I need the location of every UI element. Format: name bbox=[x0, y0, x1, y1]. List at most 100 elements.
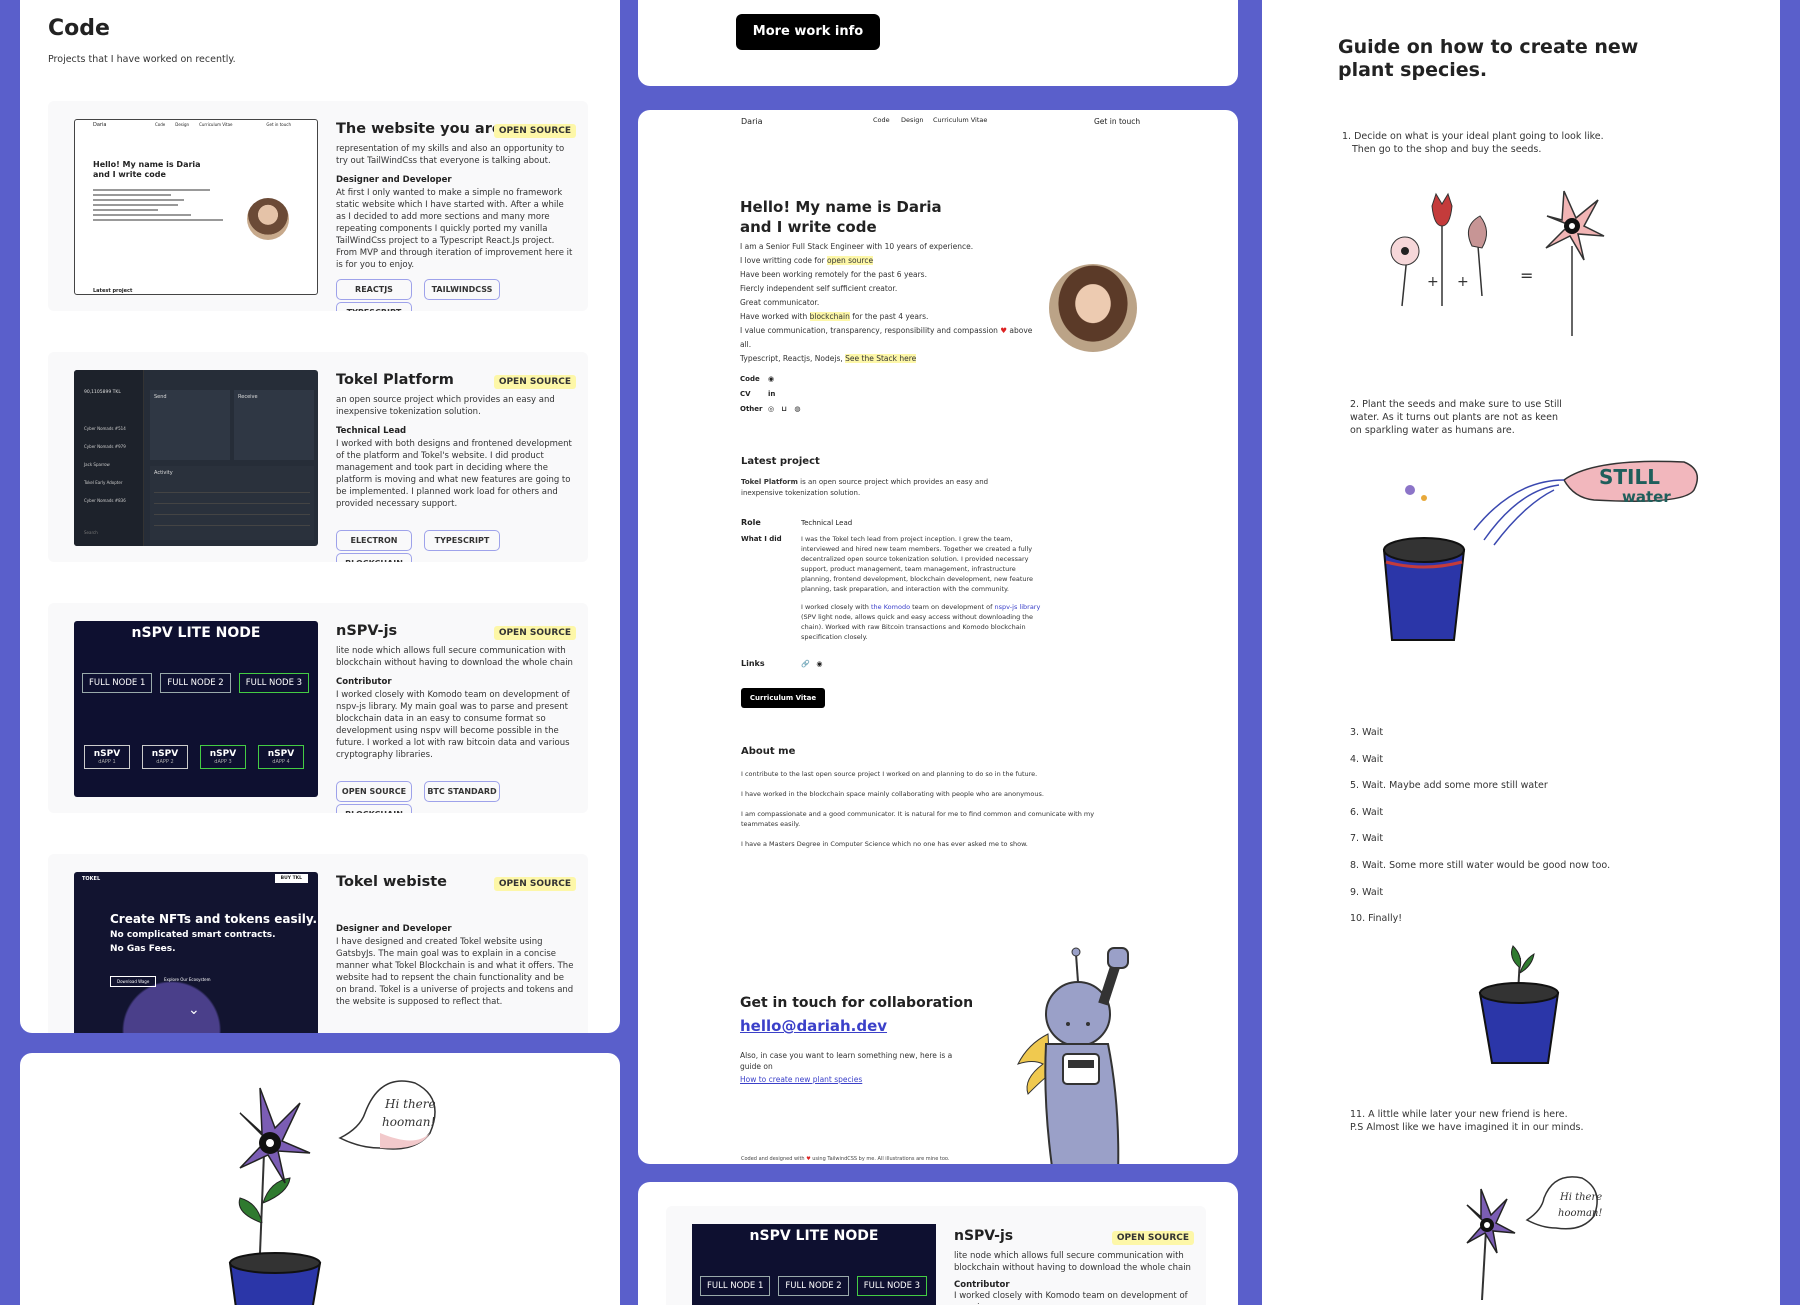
open-source-badge: OPEN SOURCE bbox=[493, 124, 576, 138]
chevron-down-icon[interactable]: ⌄ bbox=[188, 1002, 200, 1018]
open-source-badge: OPEN SOURCE bbox=[493, 626, 576, 640]
guide-title: Guide on how to create new plant species… bbox=[1338, 36, 1639, 81]
nav-cv[interactable]: Curriculum Vitae bbox=[933, 116, 987, 124]
site-brand[interactable]: Daria bbox=[741, 117, 762, 126]
thumb-nspv-nodes: nSPV dAPP 1 nSPV dAPP 2 nSPV dAPP 3 nSPV dAP… bbox=[84, 745, 304, 769]
step-1: 1. Decide on what is your ideal plant go… bbox=[1342, 131, 1604, 155]
bubble-line-1: Hi there bbox=[384, 1097, 436, 1111]
project-thumbnail[interactable]: TOKEL BUY TKL Create NFTs and tokens eas… bbox=[74, 872, 318, 1033]
project-body: The website you are on OPEN SOURCE repre… bbox=[336, 121, 576, 271]
thumb-avatar bbox=[247, 198, 289, 240]
tech-pill[interactable]: BTC STANDARD bbox=[424, 781, 500, 802]
tech-pill[interactable]: OPEN SOURCE bbox=[336, 781, 412, 802]
what-i-did-text: I was the Tokel tech lead from project i… bbox=[801, 535, 1041, 641]
page-title: Code bbox=[48, 16, 110, 41]
tech-pills: OPEN SOURCE BTC STANDARD BLOCKCHAIN bbox=[336, 779, 588, 813]
portfolio-home-panel: Daria Code Design Curriculum Vitae Get i… bbox=[638, 110, 1238, 1164]
project-description: lite node which allows full secure commu… bbox=[336, 646, 573, 668]
thumb-line1: Create NFTs and tokens easily. bbox=[110, 912, 318, 926]
project-role: Contributor bbox=[954, 1280, 1010, 1290]
tech-pill[interactable]: ELECTRON bbox=[336, 530, 412, 551]
project-body: Tokel webiste OPEN SOURCE Designer and D… bbox=[336, 874, 576, 1008]
project-body: nSPV-js OPEN SOURCE lite node which allo… bbox=[336, 623, 576, 761]
github-icon[interactable]: ◉ bbox=[768, 375, 774, 383]
bottle-label-2: water bbox=[1622, 488, 1671, 506]
tech-pill[interactable]: TAILWINDCSS bbox=[424, 279, 500, 300]
project-role: Designer and Developer bbox=[336, 924, 452, 934]
stack-line: Typescript, Reactjs, Nodejs, See the Sta… bbox=[740, 354, 917, 363]
plant-guide-link[interactable]: How to create new plant species bbox=[740, 1075, 862, 1084]
linkedin-icon[interactable]: in bbox=[768, 390, 775, 398]
project-card[interactable]: 90,1105899 TKL Cyber Nomads #514 Cyber No… bbox=[48, 352, 588, 562]
tech-pill[interactable]: BLOCKCHAIN bbox=[336, 553, 412, 562]
spotify-icon[interactable]: ◍ bbox=[794, 405, 800, 413]
latest-intro: Tokel Platform is an open source project… bbox=[741, 478, 989, 497]
svg-text:+: + bbox=[1427, 274, 1439, 290]
project-card[interactable]: TOKEL BUY TKL Create NFTs and tokens eas… bbox=[48, 854, 588, 1033]
nspv-preview-panel: nSPV LITE NODE FULL NODE 1 FULL NODE 2 FUL… bbox=[638, 1182, 1238, 1305]
hero-heading: Hello! My name is Daria and I write code bbox=[740, 198, 942, 236]
footer: Coded and designed with ♥ using Tailwind… bbox=[741, 1156, 950, 1162]
email-link[interactable]: hello@dariah.dev bbox=[740, 1017, 887, 1035]
komodo-link[interactable]: the Komodo bbox=[871, 603, 910, 611]
hero-bio: I am a Senior Full Stack Engineer with 1… bbox=[740, 242, 1033, 349]
thumb-download-button[interactable]: Download Wage bbox=[110, 976, 157, 987]
latest-project-title: Latest project bbox=[741, 456, 820, 467]
step-2: 2. Plant the seeds and make sure to use … bbox=[1350, 399, 1562, 436]
svg-text:+: + bbox=[1457, 274, 1469, 290]
tech-pill[interactable]: TYPESCRIPT bbox=[424, 530, 500, 551]
other-label: Other bbox=[740, 405, 763, 413]
bubble-line-2: hooman! bbox=[382, 1115, 435, 1129]
step-11: 11. A little while later your new friend… bbox=[1350, 1109, 1584, 1133]
project-text: I worked closely with Komodo team on dev… bbox=[954, 1291, 1188, 1305]
github-icon[interactable]: ◉ bbox=[816, 660, 822, 668]
project-card[interactable]: nSPV LITE NODE FULL NODE 1 FULL NODE 2 FUL… bbox=[666, 1206, 1206, 1305]
thumb-heading: nSPV LITE NODE bbox=[131, 625, 261, 641]
links-row: Links 🔗 ◉ bbox=[741, 659, 823, 668]
contact-title: Get in touch for collaboration bbox=[740, 995, 974, 1011]
contact-text: Also, in case you want to learn somethin… bbox=[740, 1051, 953, 1071]
dribbble-icon[interactable]: ◎ bbox=[768, 405, 774, 413]
thumb-explore-link[interactable]: Explore Our Ecosystem bbox=[164, 977, 211, 982]
plant-equation-illustration: + + = bbox=[1390, 190, 1605, 336]
flower-illustration: Hi there hooman! bbox=[228, 1080, 436, 1305]
role-value: Technical Lead bbox=[801, 519, 853, 527]
project-text: I worked closely with Komodo team on dev… bbox=[336, 690, 570, 760]
project-card[interactable]: nSPV LITE NODE FULL NODE 1 FULL NODE 2 FUL… bbox=[48, 603, 588, 813]
link-icon[interactable]: 🔗 bbox=[801, 660, 810, 668]
links-label: Links bbox=[741, 659, 765, 668]
nav-design[interactable]: Design bbox=[901, 116, 923, 124]
project-thumbnail[interactable]: nSPV LITE NODE FULL NODE 1 FULL NODE 2 FUL… bbox=[74, 621, 318, 797]
thumb-buy-button[interactable]: BUY TKL bbox=[274, 874, 308, 883]
tech-pill[interactable]: BLOCKCHAIN bbox=[336, 804, 412, 813]
nav-code[interactable]: Code bbox=[873, 116, 890, 124]
stack-link[interactable]: See the Stack here bbox=[845, 354, 917, 363]
get-in-touch-link[interactable]: Get in touch bbox=[1094, 117, 1140, 126]
thumb-heading: nSPV LITE NODE bbox=[749, 1228, 879, 1244]
project-text: At first I only wanted to make a simple … bbox=[336, 188, 573, 270]
more-work-panel: More work info bbox=[638, 0, 1238, 86]
curriculum-vitae-button[interactable]: Curriculum Vitae bbox=[741, 688, 825, 708]
thumb-cta: Get in touch bbox=[266, 122, 291, 127]
inbox-icon[interactable]: ⊔ bbox=[781, 405, 787, 413]
thumb-search: Search bbox=[84, 530, 98, 535]
tech-pill[interactable]: TYPESCRIPT bbox=[336, 302, 412, 311]
project-thumbnail[interactable]: nSPV LITE NODE FULL NODE 1 FULL NODE 2 FUL… bbox=[692, 1224, 936, 1305]
project-thumbnail[interactable]: 90,1105899 TKL Cyber Nomads #514 Cyber No… bbox=[74, 370, 318, 546]
project-role: Contributor bbox=[336, 677, 392, 687]
project-body: nSPV-js OPEN SOURCE lite node which allo… bbox=[954, 1228, 1194, 1305]
wait-steps: 3. Wait 4. Wait 5. Wait. Maybe add some mo… bbox=[1350, 727, 1611, 925]
tech-pill[interactable]: REACTJS bbox=[336, 279, 412, 300]
thumb-sidebar: 90,1105899 TKL Cyber Nomads #514 Cyber No… bbox=[74, 370, 144, 546]
project-body: Tokel Platform OPEN SOURCE an open sourc… bbox=[336, 372, 576, 510]
nspv-library-link[interactable]: nspv-js library bbox=[995, 603, 1041, 611]
cv-label: CV bbox=[740, 390, 751, 398]
tech-pills: ELECTRON TYPESCRIPT BLOCKCHAIN bbox=[336, 528, 588, 562]
thumb-nav: Code Design Curriculum Vitae bbox=[155, 122, 233, 127]
bubble-line-1: Hi there bbox=[1559, 1192, 1602, 1203]
project-thumbnail[interactable]: Daria Code Design Curriculum Vitae Get in … bbox=[74, 119, 318, 295]
project-card[interactable]: Daria Code Design Curriculum Vitae Get in … bbox=[48, 101, 588, 311]
sprout-pot-illustration bbox=[1478, 945, 1560, 1064]
more-work-info-button[interactable]: More work info bbox=[736, 14, 880, 50]
project-role: Designer and Developer bbox=[336, 175, 452, 185]
